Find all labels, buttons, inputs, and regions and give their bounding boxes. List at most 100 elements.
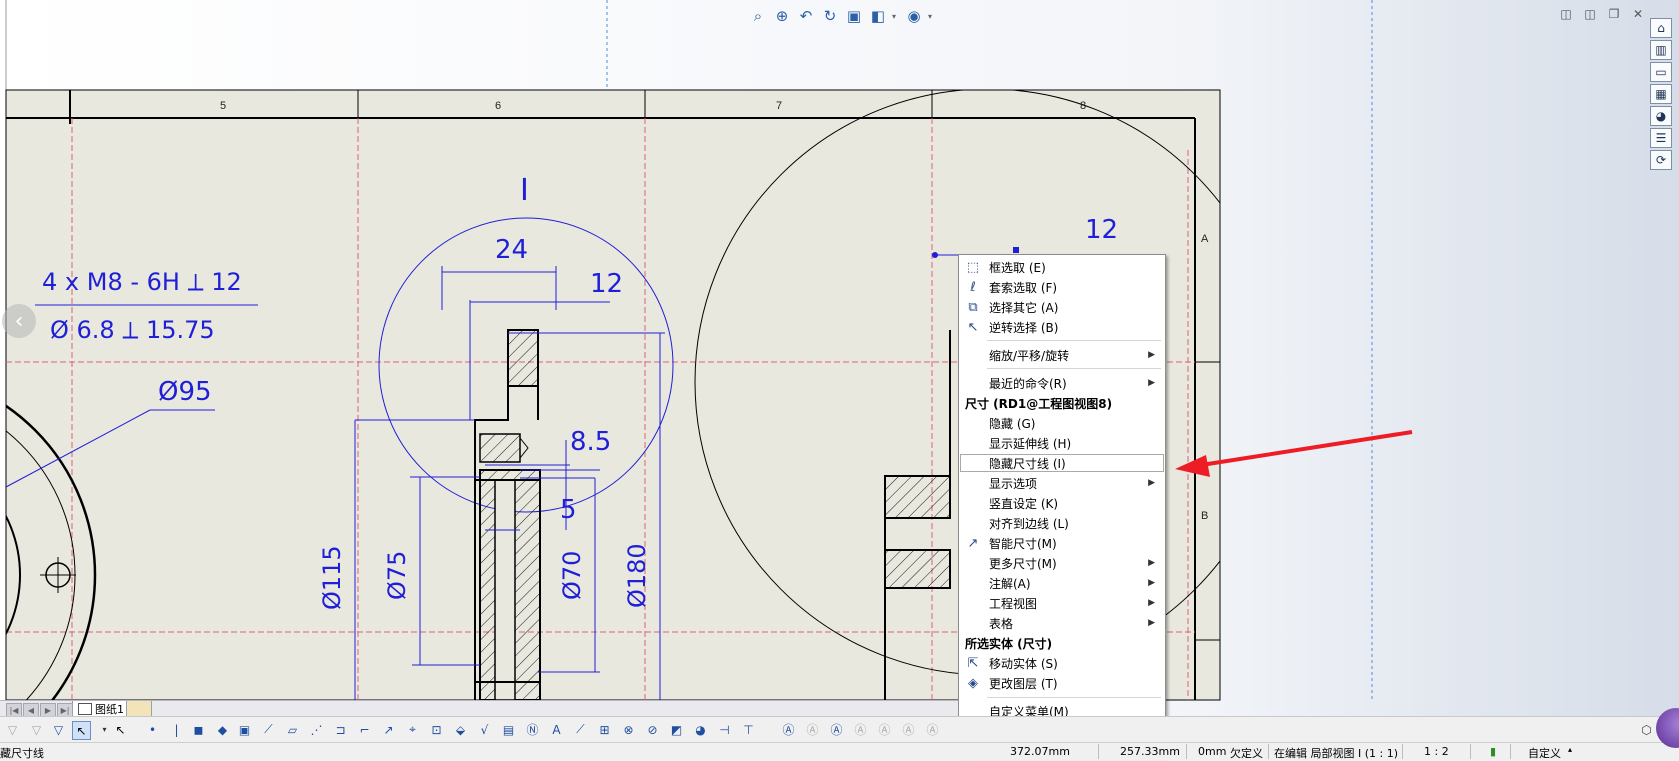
sync-icon[interactable]: ⟳	[1650, 150, 1672, 170]
annotation-text-icon[interactable]: A	[548, 721, 565, 738]
gtol-icon[interactable]: ⊗	[620, 721, 637, 738]
menu-item-tables[interactable]: 表格 ▶	[959, 613, 1165, 633]
hide-show-items-icon[interactable]: ◉	[904, 6, 924, 26]
appearances-icon[interactable]: ◕	[1650, 106, 1672, 126]
surface-icon[interactable]: ◆	[214, 721, 231, 738]
menu-item-recent-commands[interactable]: 最近的命令(R) ▶	[959, 373, 1165, 393]
align-icon[interactable]: ⊣	[716, 721, 733, 738]
chevron-up-icon[interactable]: ▴	[1568, 745, 1572, 754]
dimension-phi180[interactable]: Ø180	[623, 543, 651, 608]
face-icon[interactable]: ◼	[190, 721, 207, 738]
dimension-8-5[interactable]: 8.5	[570, 427, 611, 457]
menu-item-invert-select[interactable]: ↖ 逆转选择 (B)	[959, 317, 1165, 337]
point-cloud-icon[interactable]: ⋰	[308, 721, 325, 738]
menu-item-hide[interactable]: 隐藏 (G)	[959, 413, 1165, 433]
zoom-to-area-icon[interactable]: ⊕	[772, 6, 792, 26]
thread-callout-line2[interactable]: Ø 6.8 ⟂ 15.75	[50, 316, 215, 344]
tag-icon[interactable]: ⬡	[1638, 721, 1655, 738]
dimension-12-right[interactable]: 12	[1085, 215, 1118, 245]
prev-sheet-icon[interactable]: ◀	[23, 703, 39, 717]
chevron-down-icon[interactable]: ▾	[892, 12, 900, 21]
add-sheet-icon[interactable]	[126, 701, 152, 717]
text-more-icon[interactable]: Ⓐ	[924, 721, 941, 738]
menu-item-vertical-setting[interactable]: 竖直设定 (K)	[959, 493, 1165, 513]
menu-item-annotations[interactable]: 注解(A) ▶	[959, 573, 1165, 593]
menu-item-zoom-pan-rotate[interactable]: 缩放/平移/旋转 ▶	[959, 345, 1165, 365]
menu-item-smart-dimension[interactable]: ↗ 智能尺寸(M)	[959, 533, 1165, 553]
sheet-tab-1[interactable]: 图纸1	[72, 701, 131, 717]
text-frame-icon[interactable]: Ⓐ	[900, 721, 917, 738]
dimension-phi75[interactable]: Ø75	[383, 551, 411, 600]
vertical-line-icon[interactable]: |	[168, 721, 185, 738]
center-mark-icon[interactable]: ⌖	[404, 721, 421, 738]
dimension-icon[interactable]: ↗	[380, 721, 397, 738]
datum-icon[interactable]: ⊡	[428, 721, 445, 738]
zoom-to-fit-icon[interactable]: ⌕	[748, 6, 768, 26]
menu-item-move-entity[interactable]: ⇱ 移动实体 (S)	[959, 653, 1165, 673]
menu-item-show-extension-lines[interactable]: 显示延伸线 (H)	[959, 433, 1165, 453]
text-link-icon[interactable]: Ⓐ	[852, 721, 869, 738]
balloon-icon[interactable]: Ⓝ	[524, 721, 541, 738]
custom-properties-icon[interactable]: ☰	[1650, 128, 1672, 148]
last-sheet-icon[interactable]: ▶|	[57, 703, 73, 717]
text-format-icon[interactable]: Ⓐ	[780, 721, 797, 738]
first-sheet-icon[interactable]: |◀	[6, 703, 22, 717]
chevron-left-icon[interactable]: ‹	[2, 304, 36, 338]
surface-finish-icon[interactable]: √	[476, 721, 493, 738]
restore-right-icon[interactable]: ◫	[1580, 6, 1600, 22]
status-scale[interactable]: 1 : 2	[1424, 745, 1449, 758]
dimension-5[interactable]: 5	[560, 495, 577, 525]
previous-view-icon[interactable]: ↶	[796, 6, 816, 26]
menu-item-select-other[interactable]: ⧉ 选择其它 (A)	[959, 297, 1165, 317]
rebuild-icon[interactable]: ▮	[1490, 745, 1496, 758]
sketch-point-icon[interactable]: ⌐	[356, 721, 373, 738]
datum-target-icon[interactable]: ⊘	[644, 721, 661, 738]
filter-edge-icon[interactable]: ▽	[50, 721, 67, 738]
sketch-segment-icon[interactable]: ⊐	[332, 721, 349, 738]
dimension-phi70[interactable]: Ø70	[558, 551, 586, 600]
menu-item-drawing-views[interactable]: 工程视图 ▶	[959, 593, 1165, 613]
filter-vertex-icon[interactable]: ▽	[28, 721, 45, 738]
menu-item-more-dimensions[interactable]: 更多尺寸(M) ▶	[959, 553, 1165, 573]
select-other-pointer-icon[interactable]: ↖	[112, 721, 129, 738]
close-icon[interactable]: ✕	[1628, 6, 1648, 22]
note-icon[interactable]: ▤	[500, 721, 517, 738]
weld-icon[interactable]: ⬙	[452, 721, 469, 738]
drawing-canvas[interactable]: 5 6 7 8 A B I 24 12 8.5 5 4 x M8 - 6H ⟂ …	[0, 0, 1679, 759]
redraw-icon[interactable]: ↻	[820, 6, 840, 26]
filter-icon[interactable]: ▽	[4, 721, 21, 738]
select-pointer-icon[interactable]: ↖	[72, 721, 91, 740]
point-icon[interactable]: •	[144, 721, 161, 738]
chevron-down-icon[interactable]: ▾	[96, 721, 113, 738]
plane-icon[interactable]: ▱	[284, 721, 301, 738]
menu-item-align-to-edge[interactable]: 对齐到边线 (L)	[959, 513, 1165, 533]
restore-left-icon[interactable]: ◫	[1556, 6, 1576, 22]
maximize-icon[interactable]: ❐	[1604, 6, 1624, 22]
file-explorer-icon[interactable]: ▭	[1650, 62, 1672, 82]
chevron-down-icon[interactable]: ▾	[928, 12, 936, 21]
text-box-icon[interactable]: Ⓐ	[876, 721, 893, 738]
home-icon[interactable]: ⌂	[1650, 18, 1672, 38]
menu-item-lasso-select[interactable]: ℓ 套索选取 (F)	[959, 277, 1165, 297]
menu-item-box-select[interactable]: ⬚ 框选取 (E)	[959, 257, 1165, 277]
pie-icon[interactable]: ◕	[692, 721, 709, 738]
dimension-24[interactable]: 24	[495, 235, 528, 265]
menu-item-hide-dimension-line[interactable]: 隐藏尺寸线 (I)	[959, 453, 1165, 473]
distribute-icon[interactable]: ⊤	[740, 721, 757, 738]
solid-body-icon[interactable]: ▣	[236, 721, 253, 738]
display-style-icon[interactable]: ◧	[868, 6, 888, 26]
next-sheet-icon[interactable]: ▶	[40, 703, 56, 717]
revision-icon[interactable]: ◩	[668, 721, 685, 738]
text-insert-icon[interactable]: Ⓐ	[828, 721, 845, 738]
design-library-icon[interactable]: ▥	[1650, 40, 1672, 60]
view-palette-icon[interactable]: ▦	[1650, 84, 1672, 104]
menu-item-display-options[interactable]: 显示选项 ▶	[959, 473, 1165, 493]
text-style-icon[interactable]: Ⓐ	[804, 721, 821, 738]
hatch-icon[interactable]: ⟋	[572, 721, 589, 738]
section-view-icon[interactable]: ▣	[844, 6, 864, 26]
axis-icon[interactable]: ⟋	[260, 721, 277, 738]
block-icon[interactable]: ⊞	[596, 721, 613, 738]
thread-callout-line1[interactable]: 4 x M8 - 6H ⟂ 12	[42, 268, 242, 296]
menu-item-change-layer[interactable]: ◈ 更改图层 (T)	[959, 673, 1165, 693]
dimension-phi95[interactable]: Ø95	[158, 377, 212, 407]
